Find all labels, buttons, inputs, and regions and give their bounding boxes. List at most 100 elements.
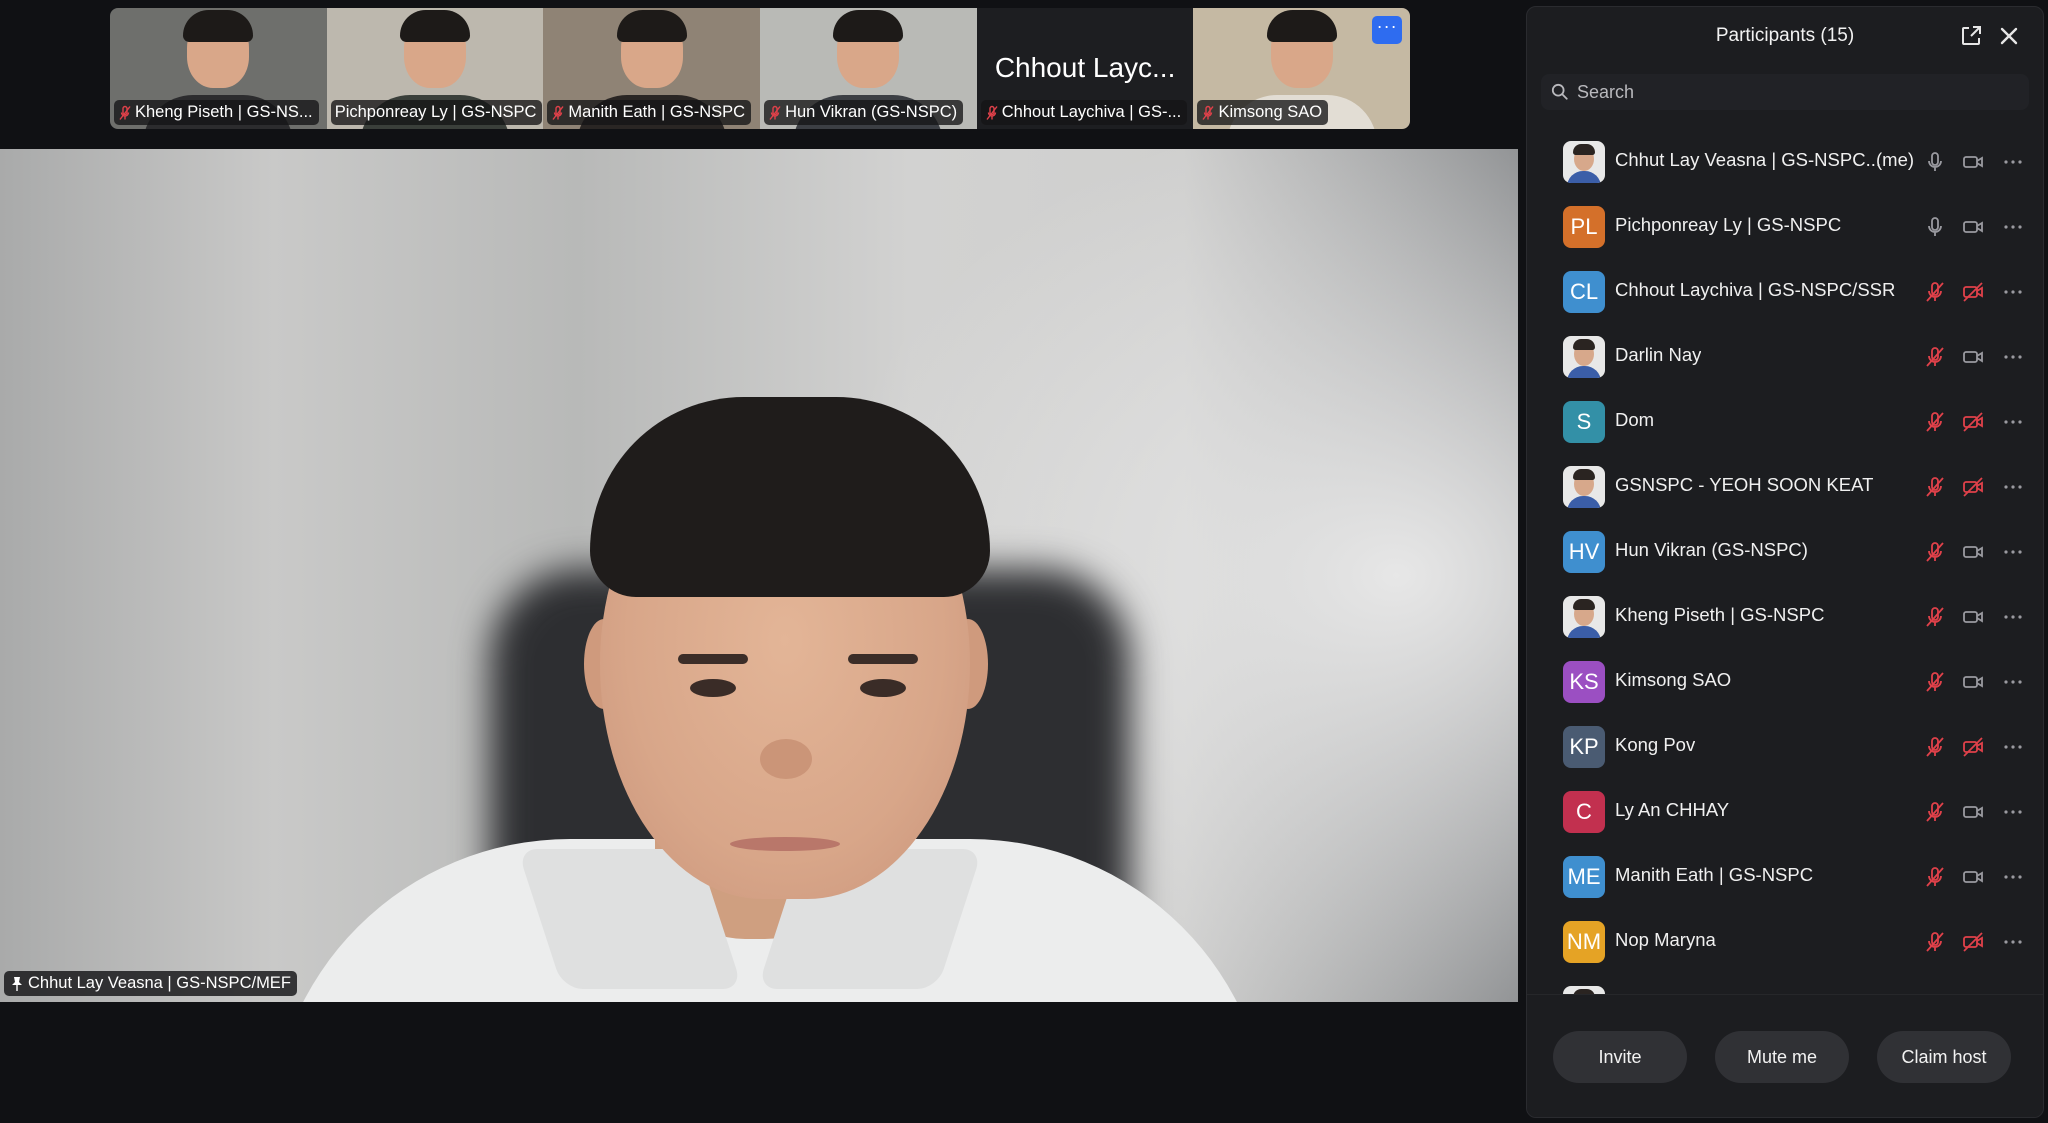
thumbnail-name-label: Kimsong SAO [1197,100,1329,125]
more-options-icon[interactable] [2001,540,2025,564]
more-options-icon[interactable] [2001,735,2025,759]
participant-row[interactable]: PL Pichponreay Ly | GS-NSPC [1527,194,2043,259]
participant-thumbnail[interactable]: Pichponreay Ly | GS-NSPC [326,8,544,129]
more-options-icon[interactable] [2001,800,2025,824]
more-options-icon[interactable] [2001,410,2025,434]
participant-name: Kong Pov [1615,734,1696,755]
thumbnail-name-label: Kheng Piseth | GS-NS... [114,100,319,125]
participant-thumbnail[interactable]: Kimsong SAO ··· [1193,8,1410,129]
close-icon[interactable] [1997,24,2021,48]
speaker-mouth [730,837,840,851]
search-box[interactable] [1541,74,2029,110]
camera-off-icon[interactable] [1961,930,1985,954]
thumbnail-name: Manith Eath | GS-NSPC [568,103,746,121]
thumbnail-name: Hun Vikran (GS-NSPC) [785,103,958,121]
more-options-icon[interactable] [2001,215,2025,239]
invite-button[interactable]: Invite [1553,1031,1687,1083]
speaker-brow-right [848,654,918,664]
avatar-photo-body [1567,365,1601,378]
mic-muted-icon[interactable] [1923,735,1947,759]
participant-row[interactable]: Chhut Lay Veasna | GS-NSPC... (me) [1527,129,2043,194]
participant-row[interactable]: ME Manith Eath | GS-NSPC [1527,844,2043,909]
camera-icon[interactable] [1961,540,1985,564]
camera-off-icon[interactable] [1961,475,1985,499]
camera-icon[interactable] [1961,800,1985,824]
more-options-icon[interactable] [2001,670,2025,694]
mic-muted-icon[interactable] [1923,345,1947,369]
participant-avatar: KP [1563,725,1605,768]
more-options-icon[interactable] [2001,605,2025,629]
participant-row[interactable]: C Ly An CHHAY [1527,779,2043,844]
participant-thumbnail[interactable]: Chhout Layc... Chhout Laychiva | GS-... [976,8,1194,129]
mic-muted-icon[interactable] [1923,540,1947,564]
participant-row[interactable]: HV Hun Vikran (GS-NSPC) [1527,519,2043,584]
participant-name: Dom [1615,409,1655,430]
thumbnail-video-off-name: Chhout Layc... [994,52,1176,83]
more-options-icon[interactable] [2001,930,2025,954]
mic-muted-icon[interactable] [1923,475,1947,499]
more-options-icon[interactable] [2001,150,2025,174]
more-options-icon[interactable] [2001,280,2025,304]
camera-icon[interactable] [1961,345,1985,369]
popout-icon[interactable] [1959,24,1983,48]
participant-thumbnail[interactable]: Kheng Piseth | GS-NS... [110,8,327,129]
camera-icon[interactable] [1961,150,1985,174]
thumbnail-person-hair [616,10,687,42]
participant-thumbnail[interactable]: Manith Eath | GS-NSPC [543,8,761,129]
search-icon [1551,83,1568,100]
thumbnail-more-button[interactable]: ··· [1372,16,1403,44]
mic-muted-icon[interactable] [1923,800,1947,824]
camera-off-icon[interactable] [1961,410,1985,434]
mic-icon[interactable] [1923,150,1947,174]
thumbnail-name: Kimsong SAO [1218,103,1323,121]
camera-off-icon[interactable] [1961,280,1985,304]
mic-muted-icon[interactable] [1923,670,1947,694]
participant-name: GSNSPC - YEOH SOON KEAT [1615,474,1874,495]
mic-icon[interactable] [1923,215,1947,239]
participant-avatar: C [1563,790,1605,833]
claim-host-button[interactable]: Claim host [1877,1031,2011,1083]
more-options-icon[interactable] [2001,475,2025,499]
thumbnail-name-label: Hun Vikran (GS-NSPC) [764,100,964,125]
mic-muted-icon[interactable] [1923,410,1947,434]
participant-row[interactable]: KP Kong Pov [1527,714,2043,779]
participant-thumbnail[interactable]: Hun Vikran (GS-NSPC) [760,8,977,129]
mic-muted-icon[interactable] [1923,280,1947,304]
participant-name: Chhout Laychiva | GS-NSPC/SSR [1615,279,1896,300]
participant-row[interactable]: CL Chhout Laychiva | GS-NSPC/SSR [1527,259,2043,324]
mic-muted-icon[interactable] [1923,865,1947,889]
participant-row[interactable]: S Dom [1527,389,2043,454]
mic-muted-icon[interactable] [1923,605,1947,629]
muted-mic-icon [552,105,564,120]
participants-panel: Participants (15) Chhut Lay Veasna | GS-… [1526,6,2044,1118]
camera-off-icon[interactable] [1961,735,1985,759]
participant-list[interactable]: Chhut Lay Veasna | GS-NSPC... (me) PL Pichp… [1527,129,2043,999]
thumbnail-name: Chhout Laychiva | GS-... [1001,103,1182,121]
thumbnail-name: Kheng Piseth | GS-NS... [135,103,313,121]
camera-icon[interactable] [1961,215,1985,239]
camera-icon[interactable] [1961,865,1985,889]
mic-muted-icon[interactable] [1923,930,1947,954]
active-speaker-video[interactable]: Chhut Lay Veasna | GS-NSPC/MEF [0,149,1518,1002]
search-input[interactable] [1575,80,2019,104]
more-options-icon[interactable] [2001,865,2025,889]
participant-name: Nop Maryna [1615,929,1716,950]
participant-avatar: S [1563,400,1605,443]
camera-icon[interactable] [1961,605,1985,629]
participant-avatar: HV [1563,530,1605,573]
mute-me-button[interactable]: Mute me [1715,1031,1849,1083]
speaker-nose [760,739,812,779]
participant-row[interactable]: Kheng Piseth | GS-NSPC [1527,584,2043,649]
camera-icon[interactable] [1961,670,1985,694]
more-options-icon[interactable] [2001,345,2025,369]
thumbnail-name: Pichponreay Ly | GS-NSPC [334,103,537,121]
muted-mic-icon [986,105,998,120]
participant-name: Hun Vikran (GS-NSPC) [1615,539,1808,560]
participant-row[interactable]: NM Nop Maryna [1527,909,2043,974]
participant-row[interactable]: GSNSPC - YEOH SOON KEAT [1527,454,2043,519]
speaker-name: Chhut Lay Veasna | GS-NSPC/MEF [28,974,291,992]
participant-row[interactable]: KS Kimsong SAO [1527,649,2043,714]
participant-name: Kimsong SAO [1615,669,1732,690]
participant-name: Chhut Lay Veasna | GS-NSPC... [1615,149,1881,170]
participant-row[interactable]: Darlin Nay [1527,324,2043,389]
